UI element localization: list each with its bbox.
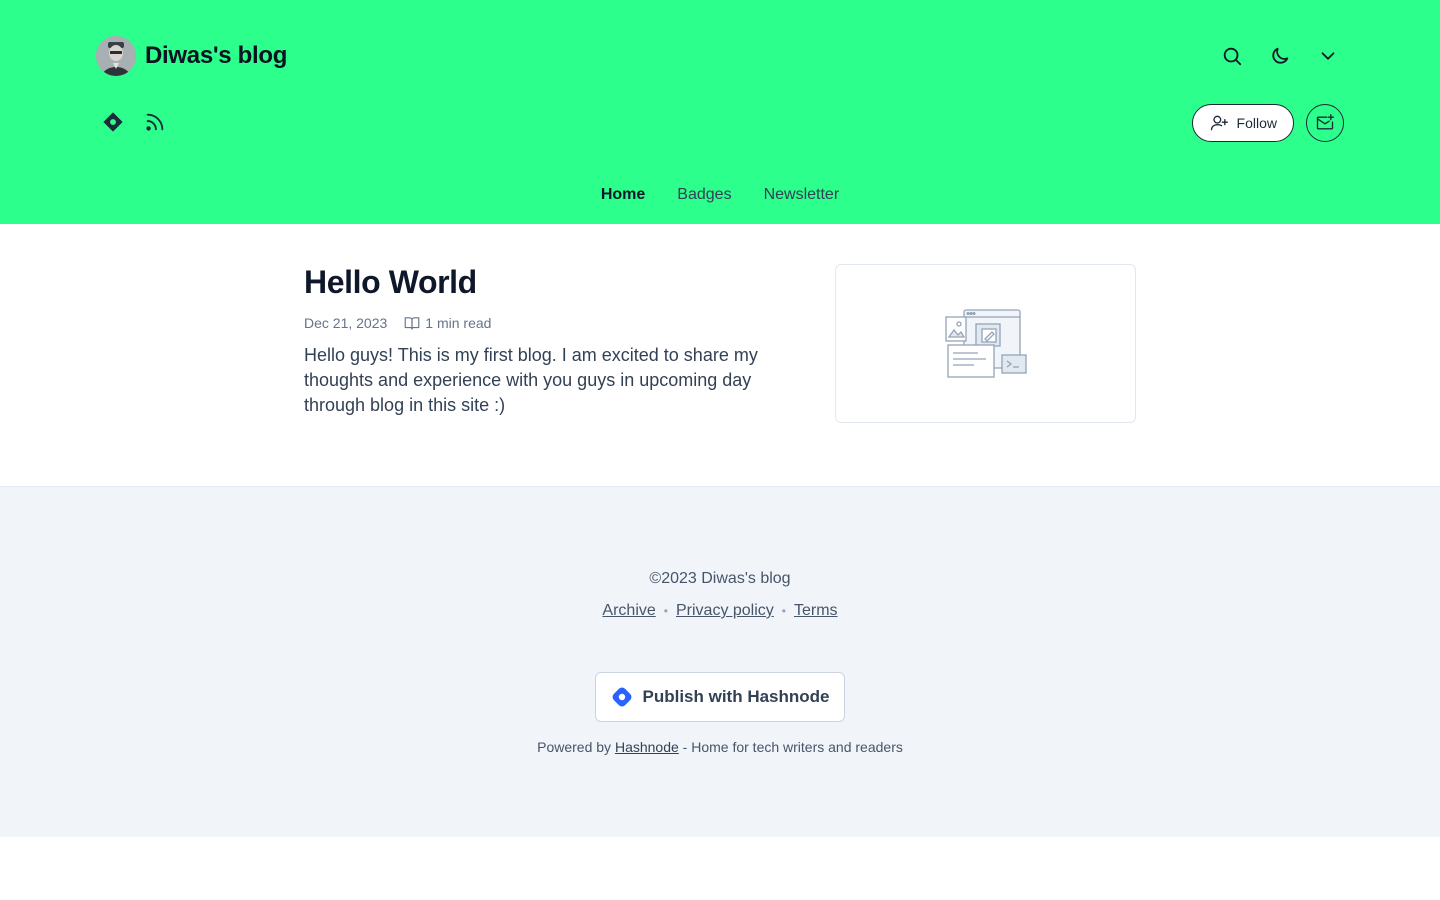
hashnode-link[interactable]: Hashnode — [615, 739, 679, 755]
nav-home[interactable]: Home — [601, 186, 645, 204]
newsletter-subscribe-button[interactable] — [1306, 104, 1344, 142]
follow-label: Follow — [1236, 115, 1277, 131]
book-open-icon — [404, 317, 420, 330]
rss-icon[interactable] — [144, 110, 166, 134]
post-title[interactable]: Hello World — [304, 264, 477, 301]
hashnode-logo-icon — [613, 687, 632, 707]
main-nav: Home Badges Newsletter — [0, 186, 1440, 204]
chevron-down-icon[interactable] — [1312, 40, 1344, 72]
nav-newsletter[interactable]: Newsletter — [764, 186, 840, 204]
separator-dot: • — [781, 604, 786, 618]
publish-label: Publish with Hashnode — [642, 687, 830, 706]
post-card[interactable]: Hello World Dec 21, 2023 1 min read Hell… — [304, 264, 1136, 424]
header-actions — [1216, 40, 1344, 72]
post-meta: Dec 21, 2023 1 min read — [304, 314, 491, 332]
publish-with-hashnode-button[interactable]: Publish with Hashnode — [595, 672, 845, 722]
read-time: 1 min read — [403, 314, 491, 332]
powered-suffix: - Home for tech writers and readers — [682, 739, 903, 755]
footer-links: Archive • Privacy policy • Terms — [0, 602, 1440, 620]
powered-prefix: Powered by — [537, 739, 612, 755]
blog-title[interactable]: Diwas's blog — [145, 42, 287, 70]
user-plus-icon — [1210, 115, 1228, 131]
separator-dot: • — [663, 604, 668, 618]
hashnode-icon[interactable] — [102, 110, 124, 134]
search-icon[interactable] — [1216, 40, 1248, 72]
footer-link-privacy[interactable]: Privacy policy — [676, 602, 774, 620]
powered-by: Powered by Hashnode - Home for tech writ… — [0, 739, 1440, 755]
copyright: ©2023 Diwas's blog — [649, 570, 791, 587]
avatar[interactable] — [96, 36, 136, 76]
social-links — [102, 110, 166, 134]
footer-link-terms[interactable]: Terms — [794, 602, 838, 620]
blog-header: Diwas's blog Follow Home Badges Newslett… — [0, 0, 1440, 224]
post-cover-placeholder[interactable] — [835, 264, 1136, 423]
moon-icon[interactable] — [1264, 40, 1296, 72]
mail-plus-icon — [1316, 114, 1334, 130]
nav-badges[interactable]: Badges — [677, 186, 731, 204]
post-date: Dec 21, 2023 — [304, 315, 388, 331]
article-placeholder-icon — [944, 308, 1027, 378]
follow-row: Follow — [1191, 104, 1344, 142]
post-excerpt[interactable]: Hello guys! This is my first blog. I am … — [304, 343, 804, 418]
read-time-label: 1 min read — [425, 315, 492, 331]
footer-link-archive[interactable]: Archive — [602, 602, 655, 620]
follow-button[interactable]: Follow — [1191, 104, 1294, 142]
footer: ©2023 Diwas's blog Archive • Privacy pol… — [0, 486, 1440, 837]
blog-brand[interactable]: Diwas's blog — [96, 36, 287, 76]
